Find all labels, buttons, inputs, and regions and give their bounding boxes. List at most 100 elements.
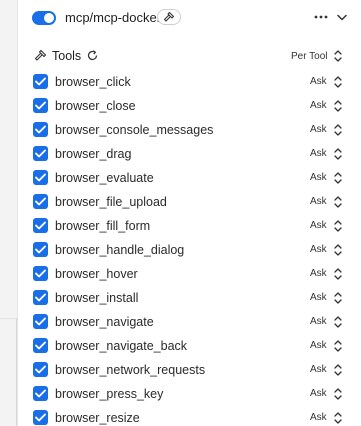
- tool-name: browser_click: [55, 75, 131, 89]
- tool-permission-select[interactable]: Ask: [310, 363, 327, 376]
- tool-row: browser_navigate_back Ask: [18, 334, 361, 358]
- tool-name: browser_hover: [55, 267, 138, 281]
- more-horizontal-icon: [314, 15, 328, 19]
- tool-permission-select[interactable]: Ask: [310, 171, 327, 184]
- tool-row: browser_file_upload Ask: [18, 190, 361, 214]
- tool-enabled-checkbox[interactable]: [33, 194, 48, 209]
- tool-permission-select[interactable]: Ask: [310, 267, 327, 280]
- tool-permission-select[interactable]: Ask: [310, 243, 327, 256]
- tool-row: browser_network_requests Ask: [18, 358, 361, 382]
- tool-permission-select[interactable]: Ask: [310, 123, 327, 136]
- server-enable-toggle[interactable]: [32, 11, 56, 25]
- chevron-up-down-icon[interactable]: [332, 361, 344, 379]
- checkmark-icon: [35, 221, 46, 230]
- tool-name: browser_resize: [55, 411, 140, 425]
- server-tools-button[interactable]: [157, 9, 181, 25]
- chevron-up-down-icon[interactable]: [332, 217, 344, 235]
- checkmark-icon: [35, 197, 46, 206]
- chevron-up-down-icon[interactable]: [332, 385, 344, 403]
- tool-enabled-checkbox[interactable]: [33, 74, 48, 89]
- checkmark-icon: [35, 173, 46, 182]
- more-options-button[interactable]: [313, 8, 329, 26]
- tool-permission-select[interactable]: Ask: [310, 99, 327, 112]
- tool-name: browser_close: [55, 99, 136, 113]
- tool-name: browser_handle_dialog: [55, 243, 185, 257]
- tool-enabled-checkbox[interactable]: [33, 386, 48, 401]
- tool-name: browser_fill_form: [55, 219, 151, 233]
- tool-name: browser_navigate: [55, 315, 154, 329]
- checkmark-icon: [35, 293, 46, 302]
- window-edge: [0, 318, 17, 426]
- server-header: mcp/mcp-docker: [18, 6, 361, 30]
- tool-row: browser_console_messages Ask: [18, 118, 361, 142]
- tool-enabled-checkbox[interactable]: [33, 122, 48, 137]
- tool-enabled-checkbox[interactable]: [33, 266, 48, 281]
- tool-name: browser_press_key: [55, 387, 164, 401]
- tool-enabled-checkbox[interactable]: [33, 146, 48, 161]
- tool-permission-select[interactable]: Ask: [310, 291, 327, 304]
- hammer-icon: [34, 49, 47, 61]
- tools-bar: Tools Per Tool: [18, 46, 361, 66]
- server-name: mcp/mcp-docker: [65, 10, 162, 25]
- tool-name: browser_console_messages: [55, 123, 214, 137]
- chevron-up-down-icon[interactable]: [332, 121, 344, 139]
- tool-permission-select[interactable]: Ask: [310, 339, 327, 352]
- tool-name: browser_network_requests: [55, 363, 206, 377]
- checkmark-icon: [35, 269, 46, 278]
- chevron-up-down-icon[interactable]: [332, 73, 344, 91]
- tool-permission-select[interactable]: Ask: [310, 195, 327, 208]
- tool-row: browser_evaluate Ask: [18, 166, 361, 190]
- mcp-server-panel: mcp/mcp-docker Tools Per Tool browser_cl…: [17, 0, 361, 426]
- refresh-icon[interactable]: [86, 49, 99, 62]
- toggle-knob: [44, 13, 54, 23]
- checkmark-icon: [35, 413, 46, 422]
- tool-permission-select[interactable]: Ask: [310, 387, 327, 400]
- tool-enabled-checkbox[interactable]: [33, 98, 48, 113]
- chevron-up-down-icon[interactable]: [332, 193, 344, 211]
- tool-name: browser_install: [55, 291, 139, 305]
- tool-permission-select[interactable]: Ask: [310, 411, 327, 424]
- permission-mode-select[interactable]: Per Tool: [291, 50, 328, 63]
- checkmark-icon: [35, 317, 46, 326]
- tool-name: browser_evaluate: [55, 171, 154, 185]
- checkmark-icon: [35, 77, 46, 86]
- chevron-up-down-icon[interactable]: [332, 145, 344, 163]
- chevron-down-icon: [337, 14, 347, 20]
- tool-enabled-checkbox[interactable]: [33, 410, 48, 425]
- checkmark-icon: [35, 149, 46, 158]
- tool-list: browser_click Ask browser_close Ask browser_…: [18, 70, 361, 426]
- tool-permission-select[interactable]: Ask: [310, 315, 327, 328]
- chevron-up-down-icon[interactable]: [332, 409, 344, 426]
- tool-row: browser_fill_form Ask: [18, 214, 361, 238]
- tool-enabled-checkbox[interactable]: [33, 170, 48, 185]
- tool-name: browser_file_upload: [55, 195, 167, 209]
- tool-enabled-checkbox[interactable]: [33, 242, 48, 257]
- checkmark-icon: [35, 389, 46, 398]
- tool-row: browser_resize Ask: [18, 406, 361, 426]
- tool-permission-select[interactable]: Ask: [310, 75, 327, 88]
- tool-enabled-checkbox[interactable]: [33, 218, 48, 233]
- tool-permission-select[interactable]: Ask: [310, 219, 327, 232]
- chevron-up-down-icon[interactable]: [332, 169, 344, 187]
- checkmark-icon: [35, 101, 46, 110]
- collapse-button[interactable]: [334, 8, 350, 26]
- chevron-up-down-icon[interactable]: [332, 265, 344, 283]
- chevron-up-down-icon[interactable]: [332, 97, 344, 115]
- tool-enabled-checkbox[interactable]: [33, 338, 48, 353]
- tool-permission-select[interactable]: Ask: [310, 147, 327, 160]
- chevron-up-down-icon[interactable]: [332, 241, 344, 259]
- tool-row: browser_press_key Ask: [18, 382, 361, 406]
- chevron-up-down-icon[interactable]: [332, 47, 344, 65]
- tool-enabled-checkbox[interactable]: [33, 362, 48, 377]
- tool-row: browser_drag Ask: [18, 142, 361, 166]
- tool-row: browser_navigate Ask: [18, 310, 361, 334]
- chevron-up-down-icon[interactable]: [332, 313, 344, 331]
- tool-row: browser_close Ask: [18, 94, 361, 118]
- tool-enabled-checkbox[interactable]: [33, 314, 48, 329]
- tool-enabled-checkbox[interactable]: [33, 290, 48, 305]
- tool-row: browser_handle_dialog Ask: [18, 238, 361, 262]
- chevron-up-down-icon[interactable]: [332, 289, 344, 307]
- tool-name: browser_drag: [55, 147, 132, 161]
- chevron-up-down-icon[interactable]: [332, 337, 344, 355]
- checkmark-icon: [35, 245, 46, 254]
